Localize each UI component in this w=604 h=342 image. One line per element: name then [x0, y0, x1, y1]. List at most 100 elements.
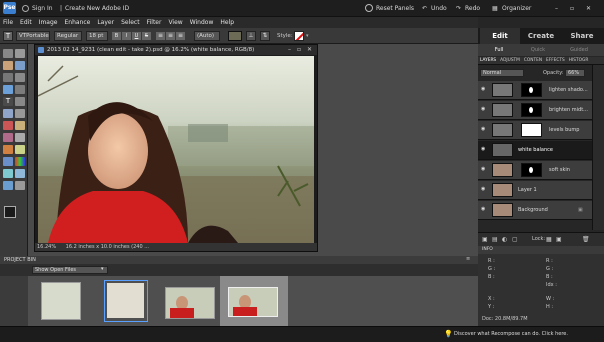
tab-create[interactable]: Create — [520, 28, 562, 44]
eraser-tool-icon[interactable] — [15, 133, 25, 142]
create-id-link[interactable]: Create New Adobe ID — [65, 5, 129, 12]
healing-brush-icon[interactable] — [15, 121, 25, 130]
lasso-tool-icon[interactable] — [15, 73, 25, 82]
lock-pixels-icon[interactable]: ▦ — [546, 236, 552, 243]
orientation-icon[interactable]: ⇅ — [260, 31, 270, 41]
menu-image[interactable]: Image — [39, 19, 58, 26]
lock-all-icon[interactable]: ▣ — [556, 236, 562, 243]
new-group-icon[interactable]: ▤ — [492, 236, 498, 243]
new-layer-icon[interactable]: ▣ — [482, 236, 488, 243]
layer-row[interactable]: ◉ levels bump — [478, 121, 592, 140]
eye-icon[interactable]: ◉ — [481, 207, 487, 212]
foreground-color-swatch[interactable] — [4, 206, 16, 218]
menu-window[interactable]: Window — [190, 19, 214, 26]
layers-scrollbar[interactable] — [592, 65, 604, 230]
layer-row[interactable]: ◉ Background ▣ — [478, 201, 592, 220]
text-color-swatch[interactable] — [228, 31, 242, 41]
close-icon[interactable]: ✕ — [586, 5, 591, 12]
brush-tool-icon[interactable] — [3, 145, 13, 154]
zoom-level[interactable]: 16.24% — [37, 244, 56, 250]
italic-button[interactable]: I — [122, 32, 131, 40]
pencil-tool-icon[interactable] — [15, 181, 25, 190]
menu-filter[interactable]: Filter — [147, 19, 162, 26]
bin-thumbnail-2[interactable] — [104, 280, 148, 322]
eye-icon[interactable]: ◉ — [481, 167, 487, 172]
menu-file[interactable]: File — [3, 19, 13, 26]
font-size-select[interactable]: 18 pt — [86, 31, 108, 41]
photo-canvas[interactable] — [38, 56, 314, 243]
align-left-icon[interactable]: ≡ — [156, 32, 165, 40]
eye-icon[interactable]: ◉ — [481, 187, 487, 192]
gradient-tool-icon[interactable] — [15, 157, 25, 166]
eyedropper-tool-icon[interactable] — [15, 61, 25, 70]
bin-dropdown-icon[interactable]: ▾ — [101, 266, 104, 272]
eye-icon[interactable]: ◉ — [481, 87, 487, 92]
recompose-tool-icon[interactable] — [3, 109, 13, 118]
bin-show-select[interactable]: Show Open Files — [32, 266, 108, 274]
add-mask-icon[interactable]: ▢ — [512, 236, 518, 243]
warp-text-icon[interactable]: ⊥ — [246, 31, 256, 41]
undo-button[interactable]: Undo — [431, 5, 447, 12]
organizer-button[interactable]: Organizer — [502, 5, 531, 12]
sign-in-link[interactable]: Sign In — [32, 5, 53, 12]
tab-adjustments[interactable]: ADJUSTM — [500, 58, 520, 63]
layer-row[interactable]: ◉ brighten midt... — [478, 101, 592, 120]
font-family-select[interactable]: VTPortable... — [16, 31, 50, 41]
doc-close-icon[interactable]: ✕ — [307, 46, 312, 53]
red-eye-tool-icon[interactable] — [3, 121, 13, 130]
redo-button[interactable]: Redo — [465, 5, 480, 12]
doc-minimize-button[interactable]: – — [288, 46, 291, 53]
menu-layer[interactable]: Layer — [97, 19, 114, 26]
leading-select[interactable]: (Auto) — [194, 31, 220, 41]
align-right-icon[interactable]: ≡ — [176, 32, 185, 40]
tip-link[interactable]: Discover what Recompose can do. Click he… — [454, 331, 568, 337]
tab-guided[interactable]: Guided — [558, 44, 600, 56]
menu-view[interactable]: View — [168, 19, 182, 26]
tab-share[interactable]: Share — [562, 28, 602, 44]
selection-brush-icon[interactable] — [15, 85, 25, 94]
tab-layers[interactable]: LAYERS — [480, 58, 496, 63]
shape-tool-icon[interactable] — [3, 169, 13, 178]
tab-content[interactable]: CONTEN — [524, 58, 542, 63]
menu-edit[interactable]: Edit — [20, 19, 32, 26]
bold-button[interactable]: B — [112, 32, 121, 40]
paint-bucket-icon[interactable] — [3, 157, 13, 166]
font-style-select[interactable]: Regular — [54, 31, 82, 41]
layer-row-selected[interactable]: ◉ white balance — [478, 141, 592, 160]
layer-row[interactable]: ◉ lighten shado... — [478, 81, 592, 100]
adjustment-layer-button[interactable]: ◐ — [502, 236, 507, 243]
bin-menu-icon[interactable]: ≡ — [466, 256, 470, 262]
blend-mode-select[interactable]: Normal — [480, 69, 524, 77]
doc-maximize-button[interactable]: ▫ — [297, 46, 301, 53]
layer-row[interactable]: ◉ soft skin — [478, 161, 592, 180]
sponge-tool-icon[interactable] — [3, 181, 13, 190]
menu-help[interactable]: Help — [220, 19, 234, 26]
tab-histogram[interactable]: HISTOGR — [569, 58, 589, 63]
clone-stamp-icon[interactable] — [3, 133, 13, 142]
opacity-field[interactable]: 66% — [565, 69, 585, 77]
bin-thumbnail-3[interactable] — [165, 287, 215, 319]
style-dropdown-icon[interactable]: ▾ — [306, 33, 309, 39]
blur-tool-icon[interactable] — [15, 169, 25, 178]
tab-edit[interactable]: Edit — [480, 28, 520, 44]
bin-thumbnail-1[interactable] — [41, 282, 81, 320]
layer-row[interactable]: ◉ Layer 1 — [478, 181, 592, 200]
hand-tool-icon[interactable] — [3, 61, 13, 70]
marquee-tool-icon[interactable] — [3, 73, 13, 82]
magic-wand-tool-icon[interactable] — [3, 85, 13, 94]
reset-panels-button[interactable]: Reset Panels — [376, 5, 414, 12]
zoom-tool-icon[interactable] — [15, 49, 25, 58]
delete-layer-icon[interactable]: 🗑 — [582, 236, 590, 243]
style-none-swatch[interactable] — [294, 31, 304, 41]
tab-full[interactable]: Full — [480, 44, 518, 56]
bin-thumbnail-4-selected[interactable] — [220, 276, 288, 326]
menu-select[interactable]: Select — [121, 19, 140, 26]
crop-tool-icon[interactable] — [15, 97, 25, 106]
smart-brush-icon[interactable] — [15, 145, 25, 154]
tab-effects[interactable]: EFFECTS — [546, 58, 565, 63]
menu-enhance[interactable]: Enhance — [64, 19, 90, 26]
tab-quick[interactable]: Quick — [518, 44, 558, 56]
eye-icon[interactable]: ◉ — [481, 107, 487, 112]
move-tool-icon[interactable] — [3, 49, 13, 58]
align-center-icon[interactable]: ≡ — [166, 32, 175, 40]
